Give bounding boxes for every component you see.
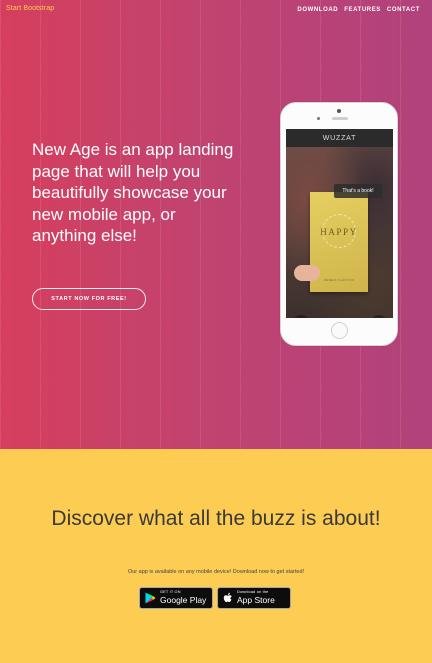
google-play-icon: [145, 592, 156, 604]
nav-links: Download Features Contact: [297, 7, 420, 13]
navbar: Start Bootstrap Download Features Contac…: [0, 0, 432, 22]
screen-photo: HAPPY DEREN CLAXTON That's a book!: [286, 147, 393, 318]
google-play-label: Google Play: [160, 595, 207, 606]
camera-button[interactable]: [292, 315, 310, 318]
phone-speaker: [332, 117, 348, 120]
app-title: WUZZAT: [286, 129, 393, 147]
store-badges: GET IT ON Google Play Download on the Ap…: [139, 587, 291, 609]
phone-screen: WUZZAT HAPPY DEREN CLAXTON That's a book…: [286, 129, 393, 318]
download-title: Discover what all the buzz is about!: [51, 507, 381, 530]
phone-home-button: [331, 322, 348, 339]
nav-contact-link[interactable]: Contact: [387, 7, 420, 13]
phone-mockup: WUZZAT HAPPY DEREN CLAXTON That's a book…: [280, 102, 398, 346]
phone-sensor-dot: [317, 117, 320, 120]
search-button[interactable]: [370, 315, 388, 318]
nav-download-link[interactable]: Download: [297, 7, 338, 13]
app-store-badge[interactable]: Download on the App Store: [217, 587, 291, 609]
download-section: Discover what all the buzz is about! Our…: [0, 449, 432, 663]
book-title: HAPPY: [320, 227, 358, 237]
book-author: DEREN CLAXTON: [323, 278, 355, 282]
google-play-text: GET IT ON Google Play: [160, 591, 207, 606]
download-subtitle: Our app is available on any mobile devic…: [127, 569, 305, 575]
apple-icon: [223, 592, 232, 603]
app-store-label: App Store: [237, 595, 275, 606]
brand-link[interactable]: Start Bootstrap: [6, 5, 54, 12]
bubble-label: That's a book!: [334, 184, 382, 198]
start-now-button[interactable]: Start Now for Free!: [32, 288, 146, 310]
app-store-text: Download on the App Store: [237, 591, 275, 606]
hand-shape: [294, 265, 320, 281]
nav-features-link[interactable]: Features: [344, 7, 381, 13]
google-play-badge[interactable]: GET IT ON Google Play: [139, 587, 213, 609]
hero-section: Start Bootstrap Download Features Contac…: [0, 0, 432, 449]
hero-headline: New Age is an app landing page that will…: [32, 140, 234, 245]
phone-camera-dot: [337, 109, 341, 113]
